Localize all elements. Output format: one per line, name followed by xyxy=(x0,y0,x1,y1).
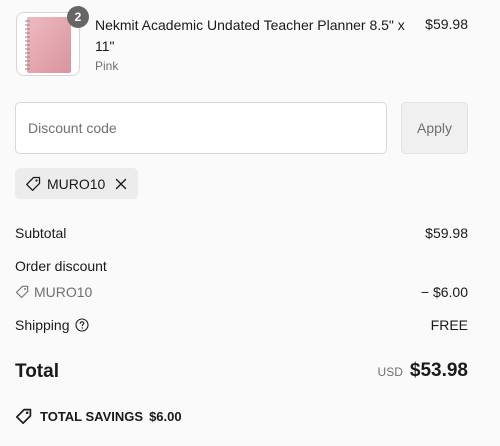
tag-icon xyxy=(26,176,41,191)
subtotal-value: $59.98 xyxy=(425,225,468,241)
order-discount-value: − $6.00 xyxy=(420,284,468,300)
subtotal-label: Subtotal xyxy=(15,225,67,241)
discount-code-input[interactable] xyxy=(15,102,387,154)
savings-label: TOTAL SAVINGS xyxy=(40,409,144,424)
quantity-badge: 2 xyxy=(67,6,89,28)
applied-discount-chip: MURO10 xyxy=(15,168,138,199)
currency-code: USD xyxy=(377,365,403,379)
order-discount-detail-row: MURO10 − $6.00 xyxy=(15,284,468,300)
product-title: Nekmit Academic Undated Teacher Planner … xyxy=(95,17,405,54)
total-value: $53.98 xyxy=(409,360,468,381)
shipping-label: Shipping xyxy=(15,317,70,333)
order-discount-row: Order discount xyxy=(15,258,468,274)
product-thumbnail: 2 xyxy=(16,6,89,76)
savings-value: $6.00 xyxy=(149,409,182,424)
tag-icon xyxy=(15,285,29,299)
order-summary: 2 Nekmit Academic Undated Teacher Planne… xyxy=(0,0,500,446)
shipping-label-wrap: Shipping xyxy=(15,317,468,333)
order-discount-label: Order discount xyxy=(15,258,107,274)
shipping-row: Shipping FREE xyxy=(15,317,468,333)
product-variant: Pink xyxy=(95,59,119,73)
applied-discount-code: MURO10 xyxy=(47,175,106,192)
subtotal-row: Subtotal $59.98 xyxy=(15,225,468,241)
order-discount-code: MURO10 xyxy=(34,284,93,300)
order-discount-code-wrap: MURO10 xyxy=(15,284,468,300)
total-savings: TOTAL SAVINGS $6.00 xyxy=(15,408,182,425)
close-icon[interactable] xyxy=(115,178,127,190)
line-item: 2 Nekmit Academic Undated Teacher Planne… xyxy=(16,6,468,78)
savings-tag-icon xyxy=(15,408,32,425)
help-circle-icon[interactable] xyxy=(74,318,89,332)
apply-discount-button[interactable]: Apply xyxy=(401,102,468,154)
shipping-value: FREE xyxy=(430,317,468,333)
total-label: Total xyxy=(15,361,59,382)
total-amount: USD $53.98 xyxy=(378,360,468,382)
product-price: $59.98 xyxy=(425,16,468,32)
